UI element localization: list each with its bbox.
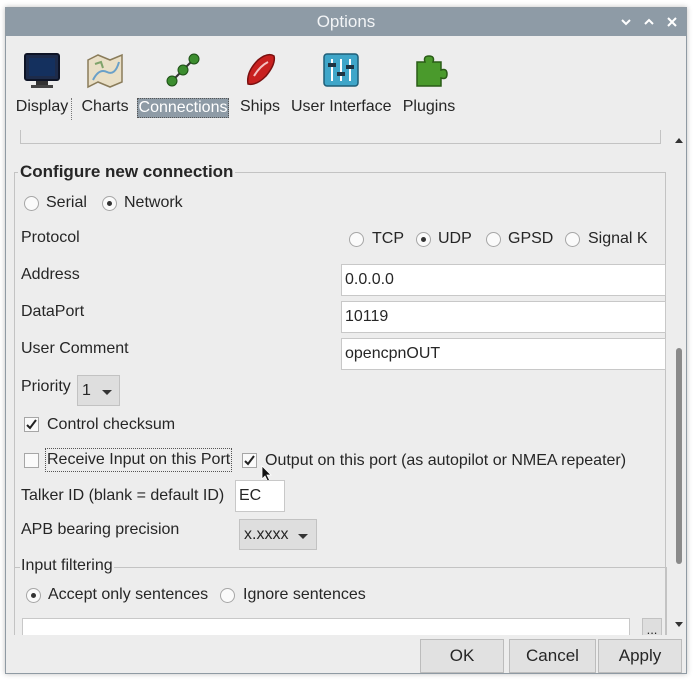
tab-label: Connections [137, 98, 229, 118]
minimize-button[interactable] [617, 13, 635, 31]
receive-input-checkbox[interactable] [24, 453, 39, 468]
apb-precision-label: APB bearing precision [21, 521, 180, 538]
chevron-down-icon [621, 19, 631, 26]
ignore-sentences-label: Ignore sentences [243, 586, 366, 603]
sentences-input[interactable] [22, 618, 630, 635]
accept-sentences-label: Accept only sentences [48, 586, 209, 603]
plugins-icon [409, 50, 449, 90]
tab-charts[interactable]: Charts [77, 38, 133, 128]
tab-plugins[interactable]: Plugins [399, 38, 459, 128]
dataport-label: DataPort [21, 303, 85, 320]
priority-select[interactable]: 1 [77, 375, 120, 406]
talker-id-input[interactable]: EC [235, 480, 285, 512]
checkmark-icon [26, 419, 37, 430]
tab-label: Ships [239, 98, 281, 115]
tab-user-interface[interactable]: User Interface [291, 38, 391, 128]
udp-label: UDP [438, 230, 472, 247]
vertical-scrollbar[interactable] [672, 130, 686, 635]
serial-radio[interactable] [24, 196, 39, 211]
tcp-label: TCP [372, 230, 404, 247]
gpsd-radio[interactable] [486, 232, 501, 247]
input-filtering-label: Input filtering [20, 557, 114, 575]
user-comment-label: User Comment [21, 340, 129, 357]
maximize-button[interactable] [640, 13, 658, 31]
network-radio[interactable] [102, 196, 117, 211]
control-checksum-label: Control checksum [47, 416, 176, 433]
tab-label: User Interface [291, 98, 392, 115]
apb-precision-value: x.xxxx [244, 526, 289, 543]
signalk-radio[interactable] [565, 232, 580, 247]
apb-precision-select[interactable]: x.xxxx [239, 519, 317, 550]
priority-value: 1 [82, 382, 91, 399]
user-comment-input[interactable]: opencpnOUT [341, 338, 666, 370]
connections-icon [163, 50, 203, 90]
output-port-checkbox[interactable] [242, 453, 257, 468]
gpsd-label: GPSD [508, 230, 554, 247]
checkmark-icon [244, 455, 255, 466]
dataport-input[interactable]: 10119 [341, 301, 666, 333]
title-bar[interactable]: Options [6, 8, 686, 36]
talker-id-label: Talker ID (blank = default ID) [21, 487, 225, 504]
tab-display[interactable]: Display [14, 38, 70, 128]
address-label: Address [21, 266, 80, 283]
display-icon [22, 50, 62, 90]
output-port-label: Output on this port (as autopilot or NME… [265, 452, 627, 469]
close-icon [667, 17, 677, 27]
apply-button[interactable]: Apply [598, 639, 682, 673]
charts-icon [85, 50, 125, 90]
connections-list-box [20, 130, 661, 144]
signalk-label: Signal K [588, 230, 648, 247]
close-button[interactable] [663, 13, 681, 31]
ships-icon [240, 50, 280, 90]
protocol-label: Protocol [21, 229, 80, 246]
scrollbar-thumb[interactable] [676, 348, 682, 564]
section-title: Configure new connection [18, 162, 236, 182]
ok-button[interactable]: OK [420, 639, 504, 673]
user-interface-icon [321, 50, 361, 90]
tab-ships[interactable]: Ships [235, 38, 285, 128]
priority-label: Priority [21, 378, 71, 395]
options-dialog: Options Display Charts Connections Ships… [5, 7, 687, 674]
chevron-up-icon [644, 18, 654, 25]
tab-label: Display [15, 98, 69, 115]
udp-radio[interactable] [416, 232, 431, 247]
control-checksum-checkbox[interactable] [24, 417, 39, 432]
network-label: Network [124, 194, 183, 211]
tcp-radio[interactable] [349, 232, 364, 247]
tab-connections[interactable]: Connections [137, 38, 229, 128]
cancel-button[interactable]: Cancel [509, 639, 596, 673]
chevron-down-icon [298, 534, 308, 539]
connections-panel: Configure new connection Serial Network … [6, 130, 686, 635]
toolbar-separator [71, 98, 72, 120]
browse-sentences-button[interactable]: ... [642, 618, 662, 635]
serial-label: Serial [46, 194, 87, 211]
tab-label: Plugins [402, 98, 456, 115]
address-input[interactable]: 0.0.0.0 [341, 264, 666, 296]
window-title: Options [316, 12, 376, 31]
ignore-sentences-radio[interactable] [220, 588, 235, 603]
chevron-down-icon [102, 390, 112, 395]
receive-input-label: Receive Input on this Port [45, 448, 233, 472]
scroll-up-icon[interactable] [675, 138, 683, 143]
accept-sentences-radio[interactable] [26, 588, 41, 603]
scroll-down-icon[interactable] [675, 622, 683, 627]
tab-label: Charts [81, 98, 129, 115]
